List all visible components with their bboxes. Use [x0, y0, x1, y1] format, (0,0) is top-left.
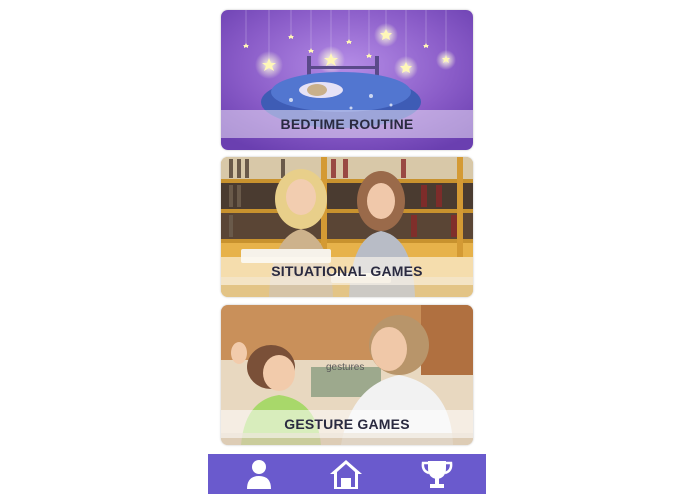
gesture-games-label: GESTURE GAMES — [221, 410, 473, 438]
gesture-overlay-text: gestures — [326, 362, 365, 373]
trophy-nav-button[interactable] — [419, 458, 455, 490]
bedtime-routine-card[interactable]: BEDTIME ROUTINE — [221, 10, 473, 150]
profile-nav-button[interactable] — [241, 458, 277, 490]
home-nav-button[interactable] — [328, 458, 364, 490]
app-screen: BEDTIME ROUTINE SITUATIONAL GAMES gestur… — [208, 0, 486, 494]
bedtime-routine-label: BEDTIME ROUTINE — [221, 110, 473, 138]
home-icon — [330, 460, 362, 489]
situational-games-card[interactable]: SITUATIONAL GAMES — [221, 157, 473, 297]
gesture-games-card[interactable]: gestures GESTURE GAMES — [221, 305, 473, 445]
situational-games-label: SITUATIONAL GAMES — [221, 257, 473, 285]
trophy-icon — [421, 461, 453, 488]
bottom-nav-bar — [208, 454, 486, 494]
user-icon — [247, 460, 271, 489]
